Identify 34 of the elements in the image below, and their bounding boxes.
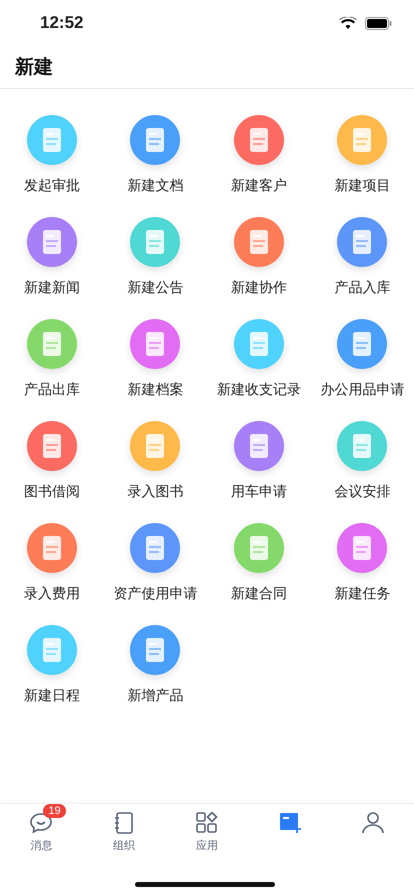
page-title: 新建 (15, 55, 53, 80)
grid-item[interactable]: 新建收支记录 (207, 319, 310, 399)
grid-item[interactable]: 用车申请 (207, 421, 310, 501)
grid-item[interactable]: 录入费用 (0, 523, 104, 603)
grid-item[interactable]: 新增产品 (104, 625, 207, 705)
wifi-icon (339, 16, 357, 30)
grid-item[interactable]: 新建项目 (310, 115, 414, 195)
grid-item[interactable]: 新建文档 (104, 115, 207, 195)
grid-item[interactable]: 发起审批 (0, 115, 104, 195)
status-time: 12:52 (40, 13, 84, 33)
grid-item[interactable]: 新建任务 (310, 523, 414, 603)
grid-item[interactable]: 产品出库 (0, 319, 104, 399)
grid-item[interactable]: 新建公告 (104, 217, 207, 297)
grid-item[interactable]: 图书借阅 (0, 421, 104, 501)
grid-item[interactable]: 新建档案 (104, 319, 207, 399)
person-icon (362, 812, 384, 834)
grid-item[interactable]: 新建日程 (0, 625, 104, 705)
new-item-icon (278, 812, 302, 834)
grid-item[interactable]: 办公用品申请 (310, 319, 414, 399)
grid-item[interactable]: 会议安排 (310, 421, 414, 501)
grid-item[interactable]: 新建客户 (207, 115, 310, 195)
grid-item[interactable]: 产品入库 (310, 217, 414, 297)
grid-item[interactable]: 新建新闻 (0, 217, 104, 297)
grid-item[interactable]: 资产使用申请 (104, 523, 207, 603)
tab[interactable]: 19 消息 (0, 804, 83, 862)
grid-item[interactable]: 录入图书 (104, 421, 207, 501)
tab[interactable]: 应用 (166, 804, 248, 862)
grid-item[interactable]: 新建合同 (207, 523, 310, 603)
tab[interactable]: 组织 (82, 804, 166, 862)
grid-item[interactable]: 新建协作 (207, 217, 310, 297)
notebook-icon (114, 812, 134, 834)
battery-icon (365, 16, 392, 30)
apps-icon (196, 812, 218, 834)
unread-badge: 19 (43, 804, 66, 818)
